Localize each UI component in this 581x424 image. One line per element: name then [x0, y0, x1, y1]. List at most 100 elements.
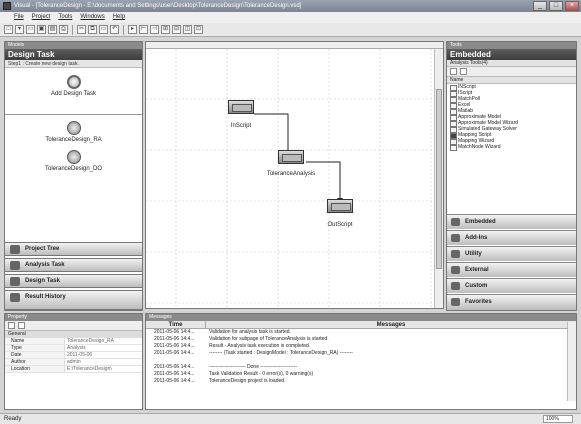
list-view-icon[interactable]: [460, 68, 467, 75]
align-left-icon[interactable]: ⊢: [139, 25, 148, 34]
new-dropdown-icon[interactable]: ▾: [15, 25, 24, 34]
category-utility[interactable]: Utility: [447, 246, 576, 261]
message-text: -------- (Task started : DesignModel : T…: [209, 350, 354, 356]
property-key: Author: [5, 359, 65, 365]
toolbar: □ ▾ ▭ ▣ ▤ ⎙ ✂ ⧉ ▭ ↶ ▸ ⊢ ⊣ ⊞ ⊟ ◫ ⊡: [0, 23, 581, 37]
message-time: 2011-05-06 14:4...: [154, 371, 195, 377]
embedded-icon: [451, 218, 460, 226]
node-label: InScript: [230, 123, 252, 129]
category-custom[interactable]: Custom: [447, 278, 576, 293]
paste-icon[interactable]: ▭: [99, 25, 108, 34]
scrollbar-thumb[interactable]: [436, 89, 442, 269]
add-design-task-button[interactable]: Add Design Task: [5, 69, 142, 115]
message-time: 2011-05-06 14:4...: [154, 343, 195, 349]
menu-tools[interactable]: Tools: [58, 12, 72, 23]
canvas-scrollbar[interactable]: [434, 49, 443, 308]
category-add-ins[interactable]: Add-Ins: [447, 230, 576, 245]
nav-result-history[interactable]: Result History: [4, 290, 143, 310]
models-panel-label: Models: [5, 42, 142, 49]
message-time: 2011-05-06 14:4...: [154, 336, 195, 342]
message-row[interactable]: 2011-05-06 14:4... -------- (Task started…: [146, 350, 576, 357]
tool-item[interactable]: MatchNode Wizard: [447, 144, 576, 151]
menu-windows[interactable]: Windows: [80, 12, 104, 23]
run-icon[interactable]: ▸: [128, 25, 137, 34]
message-row[interactable]: 2011-05-06 14:4... Result - Analysis task…: [146, 343, 576, 350]
property-panel: Property General Name ToleranceDesign_RA …: [4, 313, 143, 410]
property-key: Name: [5, 338, 65, 344]
workflow-node-tolerance-analysis[interactable]: [278, 150, 304, 164]
menu-help[interactable]: Help: [113, 12, 125, 23]
align-right-icon[interactable]: ⊣: [150, 25, 159, 34]
message-column-header[interactable]: Messages: [206, 321, 576, 328]
menu-project[interactable]: Project: [32, 12, 51, 23]
property-value: ToleranceDesign_RA: [67, 338, 114, 344]
workflow-canvas[interactable]: InScript ToleranceAnalysis OutScript: [145, 41, 444, 309]
menu-bar: File Project Tools Windows Help: [0, 12, 581, 23]
add-design-task-label: Add Design Task: [51, 91, 96, 97]
category-embedded[interactable]: Embedded: [447, 214, 576, 229]
save-all-icon[interactable]: ▤: [48, 25, 57, 34]
window-title: Visual - [ToleranceDesign - E:\documents…: [14, 3, 302, 9]
messages-panel-label: Messages: [146, 314, 576, 321]
nav-project-tree[interactable]: Project Tree: [4, 242, 143, 256]
message-row[interactable]: 2011-05-06 14:4... Validation for subpage…: [146, 336, 576, 343]
message-row[interactable]: 2011-05-06 14:4... Task Validation Result…: [146, 371, 576, 378]
message-text: [206, 357, 576, 364]
node-label: ToleranceAnalysis: [266, 171, 316, 177]
nav-label: Design Task: [25, 278, 60, 284]
fit-icon[interactable]: ◫: [183, 25, 192, 34]
workflow-node-inscript[interactable]: [228, 100, 254, 114]
save-icon[interactable]: ▣: [37, 25, 46, 34]
print-icon[interactable]: ⎙: [59, 25, 68, 34]
property-row[interactable]: Location E:\ToleranceDesign\: [5, 366, 142, 373]
message-text: ToleranceDesign project is loaded.: [209, 378, 286, 384]
message-time: 2011-05-06 14:4...: [154, 350, 195, 356]
zoom-in-icon[interactable]: ⊞: [161, 25, 170, 34]
messages-panel: Messages Time Messages 2011-05-06 14:4..…: [145, 313, 577, 410]
workflow-node-outscript[interactable]: [327, 199, 353, 213]
node-label: OutScript: [327, 222, 353, 228]
add-task-icon: [66, 75, 81, 89]
message-row[interactable]: [146, 357, 576, 364]
sort-icon[interactable]: [18, 322, 25, 329]
analysis-task-icon: [10, 261, 20, 270]
new-icon[interactable]: □: [4, 25, 13, 34]
zoom-select[interactable]: 100%: [543, 415, 573, 423]
message-row[interactable]: 2011-05-06 14:4... ----------------------…: [146, 364, 576, 371]
task-item-do[interactable]: ToleranceDesign_DO: [5, 150, 142, 172]
cut-icon[interactable]: ✂: [77, 25, 86, 34]
custom-icon: [451, 282, 460, 290]
time-column-header[interactable]: Time: [146, 321, 206, 328]
grid-icon[interactable]: ⊡: [194, 25, 203, 34]
property-row[interactable]: Author admin: [5, 359, 142, 366]
nav-design-task[interactable]: Design Task: [4, 274, 143, 288]
categorized-icon[interactable]: [8, 322, 15, 329]
property-row[interactable]: Name ToleranceDesign_RA: [5, 338, 142, 345]
category-external[interactable]: External: [447, 262, 576, 277]
tools-panel: Tools Embedded Analysis Tools(4) Name IN…: [446, 41, 577, 311]
undo-icon[interactable]: ↶: [110, 25, 119, 34]
category-label: Custom: [465, 283, 488, 289]
property-key: Type: [5, 345, 65, 351]
menu-file[interactable]: File: [14, 12, 24, 23]
message-row[interactable]: 2011-05-06 14:4... ToleranceDesign projec…: [146, 378, 576, 385]
close-button[interactable]: ×: [565, 1, 579, 11]
message-row[interactable]: 2011-05-06 14:4... Validation for analysi…: [146, 329, 576, 336]
zoom-out-icon[interactable]: ⊟: [172, 25, 181, 34]
property-row[interactable]: Type Analysis: [5, 345, 142, 352]
category-favorites[interactable]: Favorites: [447, 294, 576, 310]
embedded-title: Embedded: [447, 49, 576, 60]
copy-icon[interactable]: ⧉: [88, 25, 97, 34]
property-value: E:\ToleranceDesign\: [67, 366, 112, 372]
task-item-ra[interactable]: ToleranceDesign_RA: [5, 121, 142, 143]
message-time: 2011-05-06 14:4...: [154, 364, 195, 370]
open-icon[interactable]: ▭: [26, 25, 35, 34]
property-row[interactable]: Date 2011-05-06: [5, 352, 142, 359]
minimize-button[interactable]: _: [533, 1, 547, 11]
maximize-button[interactable]: □: [549, 1, 563, 11]
messages-scrollbar[interactable]: [567, 322, 576, 401]
nav-analysis-task[interactable]: Analysis Task: [4, 258, 143, 272]
message-text: Validation for analysis task is started.: [209, 329, 291, 335]
large-icons-icon[interactable]: [450, 68, 457, 75]
property-panel-label: Property: [5, 314, 142, 321]
